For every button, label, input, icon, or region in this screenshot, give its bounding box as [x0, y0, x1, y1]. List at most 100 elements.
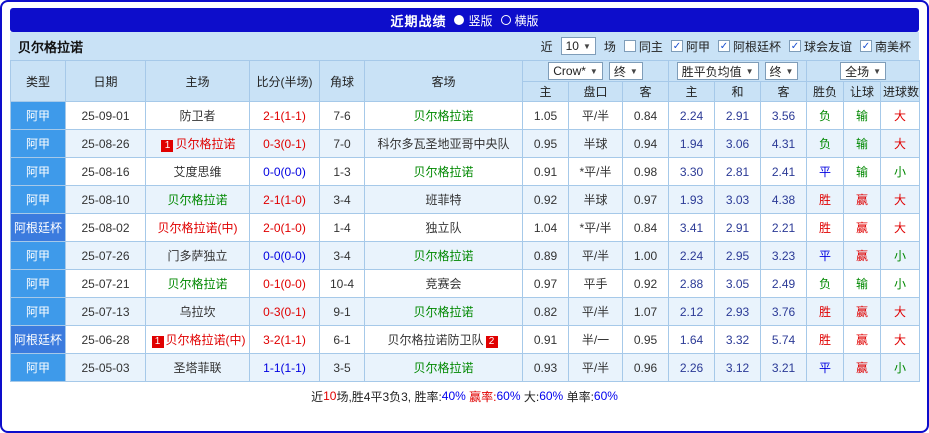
matches-unit-label: 场	[603, 39, 616, 54]
avg-lose-value: 4.38	[760, 185, 808, 214]
odds-away-value: 1.07	[621, 297, 670, 326]
avg-lose-value: 3.56	[760, 101, 808, 130]
checkbox-icon[interactable]	[670, 40, 683, 52]
radio-vertical-layout[interactable]: 竖版	[454, 12, 493, 29]
score-cell[interactable]: 2-1(1-1)	[249, 101, 320, 130]
away-team-name[interactable]: 贝尔格拉诺	[413, 305, 473, 319]
bookmaker-value: Crow*	[553, 64, 586, 78]
result-handicap: 输	[843, 129, 882, 158]
radio-button-icon[interactable]	[454, 15, 465, 25]
checkbox-icon[interactable]	[788, 40, 801, 52]
away-team-name[interactable]: 贝尔格拉诺	[413, 165, 473, 179]
home-team-name[interactable]: 门多萨独立	[167, 249, 227, 263]
result-goals: 小	[880, 241, 921, 270]
subheader-avg-away: 客	[760, 81, 808, 102]
scope-select[interactable]: 全场 ▼	[840, 62, 887, 80]
avg-win-value: 1.64	[668, 325, 716, 354]
home-team-cell: 1 贝尔格拉诺(中)	[145, 325, 250, 354]
away-team-cell: 贝尔格拉诺	[364, 241, 523, 270]
avg-win-value: 2.12	[668, 297, 716, 326]
table-header: 类型 日期 主场 比分(半场) 角球 客场 Crow* ▼ 终 ▼ 胜平负均值 …	[10, 60, 921, 102]
filter-checkbox-friendly[interactable]: 球会友谊	[788, 38, 852, 55]
match-row: 阿甲 25-08-10 贝尔格拉诺 2-1(1-0) 3-4 班菲特 0.92 …	[10, 185, 921, 214]
match-row: 阿甲 25-08-26 1 贝尔格拉诺 0-3(0-1) 7-0 科尔多瓦圣地亚哥…	[10, 129, 921, 158]
away-team-name[interactable]: 科尔多瓦圣地亚哥中央队	[377, 137, 509, 151]
home-team-name[interactable]: 贝尔格拉诺(中)	[166, 333, 246, 347]
checkbox-icon[interactable]	[623, 40, 636, 52]
home-team-name[interactable]: 贝尔格拉诺	[167, 277, 227, 291]
home-team-name[interactable]: 防卫者	[179, 109, 215, 123]
odds-away-value: 0.95	[621, 325, 670, 354]
header-home: 主场	[145, 60, 250, 102]
league-type-cell: 阿甲	[10, 129, 66, 158]
chevron-down-icon: ▼	[873, 66, 882, 76]
home-team-name[interactable]: 艾度思维	[173, 165, 221, 179]
away-team-name[interactable]: 贝尔格拉诺防卫队	[387, 333, 483, 347]
score-cell[interactable]: 0-1(0-0)	[249, 269, 320, 298]
match-date: 25-06-28	[65, 325, 146, 354]
avg-select[interactable]: 胜平负均值 ▼	[676, 62, 759, 80]
score-cell[interactable]: 0-3(0-1)	[249, 297, 320, 326]
score-cell[interactable]: 0-3(0-1)	[249, 129, 320, 158]
away-team-name[interactable]: 竞赛会	[425, 277, 461, 291]
score-cell[interactable]: 0-0(0-0)	[249, 241, 320, 270]
avg-draw-value: 2.95	[714, 241, 762, 270]
score-cell[interactable]: 0-0(0-0)	[249, 157, 320, 186]
header-away: 客场	[364, 60, 523, 102]
avg-draw-value: 2.91	[714, 101, 762, 130]
score-cell[interactable]: 1-1(1-1)	[249, 353, 320, 382]
home-team-name[interactable]: 圣塔菲联	[173, 361, 221, 375]
corner-cell: 3-5	[319, 353, 365, 382]
odds-away-value: 0.84	[621, 213, 670, 242]
away-team-name[interactable]: 独立队	[425, 221, 461, 235]
score-cell[interactable]: 2-0(1-0)	[249, 213, 320, 242]
away-team-cell: 贝尔格拉诺	[364, 101, 523, 130]
result-handicap: 输	[843, 157, 882, 186]
home-team-name[interactable]: 贝尔格拉诺(中)	[158, 221, 238, 235]
filter-checkbox-copa[interactable]: 南美杯	[859, 38, 911, 55]
away-team-name[interactable]: 贝尔格拉诺	[413, 361, 473, 375]
odds-home-value: 0.89	[522, 241, 569, 270]
home-team-name[interactable]: 贝尔格拉诺	[175, 137, 235, 151]
radio-button-icon[interactable]	[500, 15, 511, 25]
away-team-name[interactable]: 贝尔格拉诺	[413, 249, 473, 263]
bookmaker-select[interactable]: Crow* ▼	[548, 62, 603, 80]
checkbox-icon[interactable]	[717, 40, 730, 52]
avg-final-select[interactable]: 终 ▼	[764, 62, 799, 80]
radio-horizontal-layout[interactable]: 横版	[500, 12, 539, 29]
match-count-select[interactable]: 10 ▼	[560, 37, 596, 55]
corner-cell: 7-0	[319, 129, 365, 158]
avg-lose-value: 2.49	[760, 269, 808, 298]
chevron-down-icon: ▼	[629, 66, 638, 76]
filter-checkbox-cup[interactable]: 阿根廷杯	[717, 38, 781, 55]
result-goals: 大	[880, 185, 921, 214]
odds-handicap-value: 平/半	[568, 101, 623, 130]
score-cell[interactable]: 2-1(1-0)	[249, 185, 320, 214]
result-handicap: 赢	[843, 213, 882, 242]
summary-segment: 60%	[593, 389, 618, 403]
corner-cell: 3-4	[319, 241, 365, 270]
red-card-badge: 1	[161, 140, 174, 152]
score-cell[interactable]: 3-2(1-1)	[249, 325, 320, 354]
home-team-name[interactable]: 贝尔格拉诺	[167, 193, 227, 207]
summary-segment: 赢率:	[465, 389, 497, 404]
avg-draw-value: 3.03	[714, 185, 762, 214]
odds-away-value: 0.98	[621, 157, 670, 186]
odds-home-value: 0.91	[522, 157, 569, 186]
away-team-name[interactable]: 贝尔格拉诺	[413, 109, 473, 123]
filter-checkbox-league[interactable]: 阿甲	[670, 38, 710, 55]
odds-final-select[interactable]: 终 ▼	[608, 62, 643, 80]
filter-checkbox-same-home[interactable]: 同主	[623, 38, 663, 55]
match-date: 25-08-02	[65, 213, 146, 242]
avg-lose-value: 3.23	[760, 241, 808, 270]
away-team-name[interactable]: 班菲特	[425, 193, 461, 207]
header-type: 类型	[10, 60, 66, 102]
league-type-cell: 阿甲	[10, 101, 66, 130]
panel-title: 近期战绩	[390, 13, 447, 29]
odds-handicap-value: 半/一	[568, 325, 623, 354]
summary-segment: 10	[323, 389, 337, 403]
title-bar: 近期战绩 竖版 横版	[10, 8, 919, 32]
checkbox-icon[interactable]	[859, 40, 872, 52]
home-team-name[interactable]: 乌拉坎	[179, 305, 215, 319]
league-type-cell: 阿甲	[10, 157, 66, 186]
